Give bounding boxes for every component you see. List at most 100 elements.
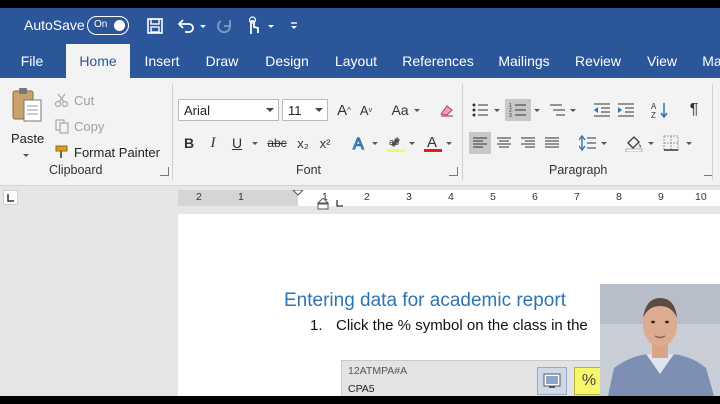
save-icon[interactable] <box>144 15 166 37</box>
clear-formatting-icon[interactable] <box>436 99 458 121</box>
embedded-class-screenshot: 12ATMPA#A CPA5 % <box>341 360 611 396</box>
font-dialog-launcher[interactable] <box>449 167 458 176</box>
shading-icon[interactable] <box>623 132 645 154</box>
ruler-number: 5 <box>490 191 496 203</box>
underline-button[interactable]: U <box>226 132 248 154</box>
highlight-dropdown-arrow[interactable] <box>409 142 415 145</box>
shading-dropdown-arrow[interactable] <box>648 142 654 145</box>
tab-draw[interactable]: Draw <box>200 44 244 78</box>
font-group-label: Font <box>296 163 322 177</box>
svg-text:ab: ab <box>389 137 399 147</box>
font-size-combo[interactable]: 11 <box>282 99 328 121</box>
superscript-button[interactable]: x² <box>314 132 336 154</box>
autosave-state: On <box>94 19 108 30</box>
align-left-icon[interactable] <box>469 132 491 154</box>
grow-font-icon[interactable]: A ^ <box>333 99 355 121</box>
cut-button[interactable]: Cut <box>74 93 94 108</box>
document-heading: Entering data for academic report <box>284 290 566 311</box>
customize-qat-icon[interactable] <box>283 15 305 37</box>
chevron-down-icon <box>315 108 323 112</box>
ribbon-tabs: File Home Insert Draw Design Layout Refe… <box>0 44 720 78</box>
tab-home[interactable]: Home <box>66 44 130 78</box>
change-case-button[interactable]: Aa <box>387 99 413 121</box>
bold-button[interactable]: B <box>178 132 200 154</box>
highlight-color-icon[interactable]: ab <box>385 132 407 154</box>
line-spacing-dropdown-arrow[interactable] <box>601 142 607 145</box>
tab-mailings[interactable]: Mailings <box>494 44 554 78</box>
copy-icon[interactable] <box>54 118 70 139</box>
bullets-icon[interactable] <box>469 99 491 121</box>
ruler-number: 1 <box>238 191 244 203</box>
undo-dropdown-arrow[interactable] <box>200 25 206 28</box>
increase-indent-icon[interactable] <box>615 99 637 121</box>
underline-dropdown-arrow[interactable] <box>252 142 258 145</box>
shrink-font-icon[interactable]: Av <box>355 99 377 121</box>
subscript-button[interactable]: x₂ <box>292 132 314 154</box>
borders-icon[interactable] <box>660 132 682 154</box>
group-separator <box>462 84 463 180</box>
word-window: AutoSave On File Home Insert Draw Design… <box>0 8 720 396</box>
text-effects-icon[interactable]: A <box>349 132 371 154</box>
list-item-text: Click the % symbol on the class in the <box>336 317 588 334</box>
redo-icon[interactable] <box>214 15 236 37</box>
justify-icon[interactable] <box>541 132 563 154</box>
copy-button[interactable]: Copy <box>74 119 104 134</box>
text-effects-dropdown-arrow[interactable] <box>372 142 378 145</box>
touch-mode-icon[interactable] <box>242 15 264 37</box>
change-case-dropdown-arrow[interactable] <box>414 109 420 112</box>
cut-icon[interactable] <box>54 92 70 113</box>
line-spacing-icon[interactable] <box>577 132 599 154</box>
chevron-down-icon <box>266 108 274 112</box>
tab-view[interactable]: View <box>643 44 681 78</box>
autosave-toggle[interactable]: On <box>87 16 129 35</box>
font-color-dropdown-arrow[interactable] <box>446 142 452 145</box>
show-formatting-icon[interactable]: ¶ <box>683 99 705 121</box>
paste-icon[interactable] <box>10 86 44 129</box>
ruler-number: 9 <box>658 191 664 203</box>
ruler-number: 2 <box>364 191 370 203</box>
align-center-icon[interactable] <box>493 132 515 154</box>
tab-selector[interactable] <box>3 190 18 205</box>
strikethrough-button[interactable]: abc <box>264 132 290 154</box>
format-painter-icon[interactable] <box>54 144 70 165</box>
decrease-indent-icon[interactable] <box>591 99 613 121</box>
ruler-number: 4 <box>448 191 454 203</box>
tab-file[interactable]: File <box>12 44 52 78</box>
tab-references[interactable]: References <box>402 44 474 78</box>
font-size-value: 11 <box>288 103 302 118</box>
ruler-number: 10 <box>695 191 707 203</box>
align-right-icon[interactable] <box>517 132 539 154</box>
undo-icon[interactable] <box>175 15 197 37</box>
font-family-combo[interactable]: Arial <box>178 99 279 121</box>
borders-dropdown-arrow[interactable] <box>686 142 692 145</box>
tab-insert[interactable]: Insert <box>140 44 184 78</box>
clipboard-dialog-launcher[interactable] <box>160 167 169 176</box>
multilevel-list-icon[interactable] <box>546 99 568 121</box>
numbering-dropdown-arrow[interactable] <box>534 109 540 112</box>
tab-review[interactable]: Review <box>574 44 622 78</box>
touch-mode-dropdown-arrow[interactable] <box>268 25 274 28</box>
svg-text:A: A <box>427 134 437 151</box>
multilevel-dropdown-arrow[interactable] <box>570 109 576 112</box>
paste-button[interactable]: Paste <box>11 131 44 146</box>
horizontal-ruler[interactable]: 2 1 1 2 3 4 5 6 7 8 9 10 <box>178 189 720 210</box>
group-separator <box>712 84 713 180</box>
numbering-icon[interactable]: 123 <box>505 99 531 121</box>
svg-text:3: 3 <box>509 113 512 118</box>
format-painter-button[interactable]: Format Painter <box>74 145 160 160</box>
list-number: 1. <box>310 317 323 334</box>
toggle-knob <box>114 20 125 31</box>
bullets-dropdown-arrow[interactable] <box>494 109 500 112</box>
paragraph-group-label: Paragraph <box>549 163 608 177</box>
paste-dropdown-arrow[interactable] <box>23 154 29 157</box>
tab-mailings-overflow[interactable]: Ma <box>701 44 720 78</box>
clipboard-group-label: Clipboard <box>49 163 103 177</box>
italic-button[interactable]: I <box>202 132 224 154</box>
ruler-number: 3 <box>406 191 412 203</box>
tab-layout[interactable]: Layout <box>331 44 381 78</box>
indent-marker-icon[interactable] <box>291 189 305 211</box>
tab-design[interactable]: Design <box>263 44 311 78</box>
font-color-icon[interactable]: A <box>422 132 444 154</box>
sort-icon[interactable]: AZ <box>649 99 671 121</box>
font-family-value: Arial <box>184 103 211 118</box>
